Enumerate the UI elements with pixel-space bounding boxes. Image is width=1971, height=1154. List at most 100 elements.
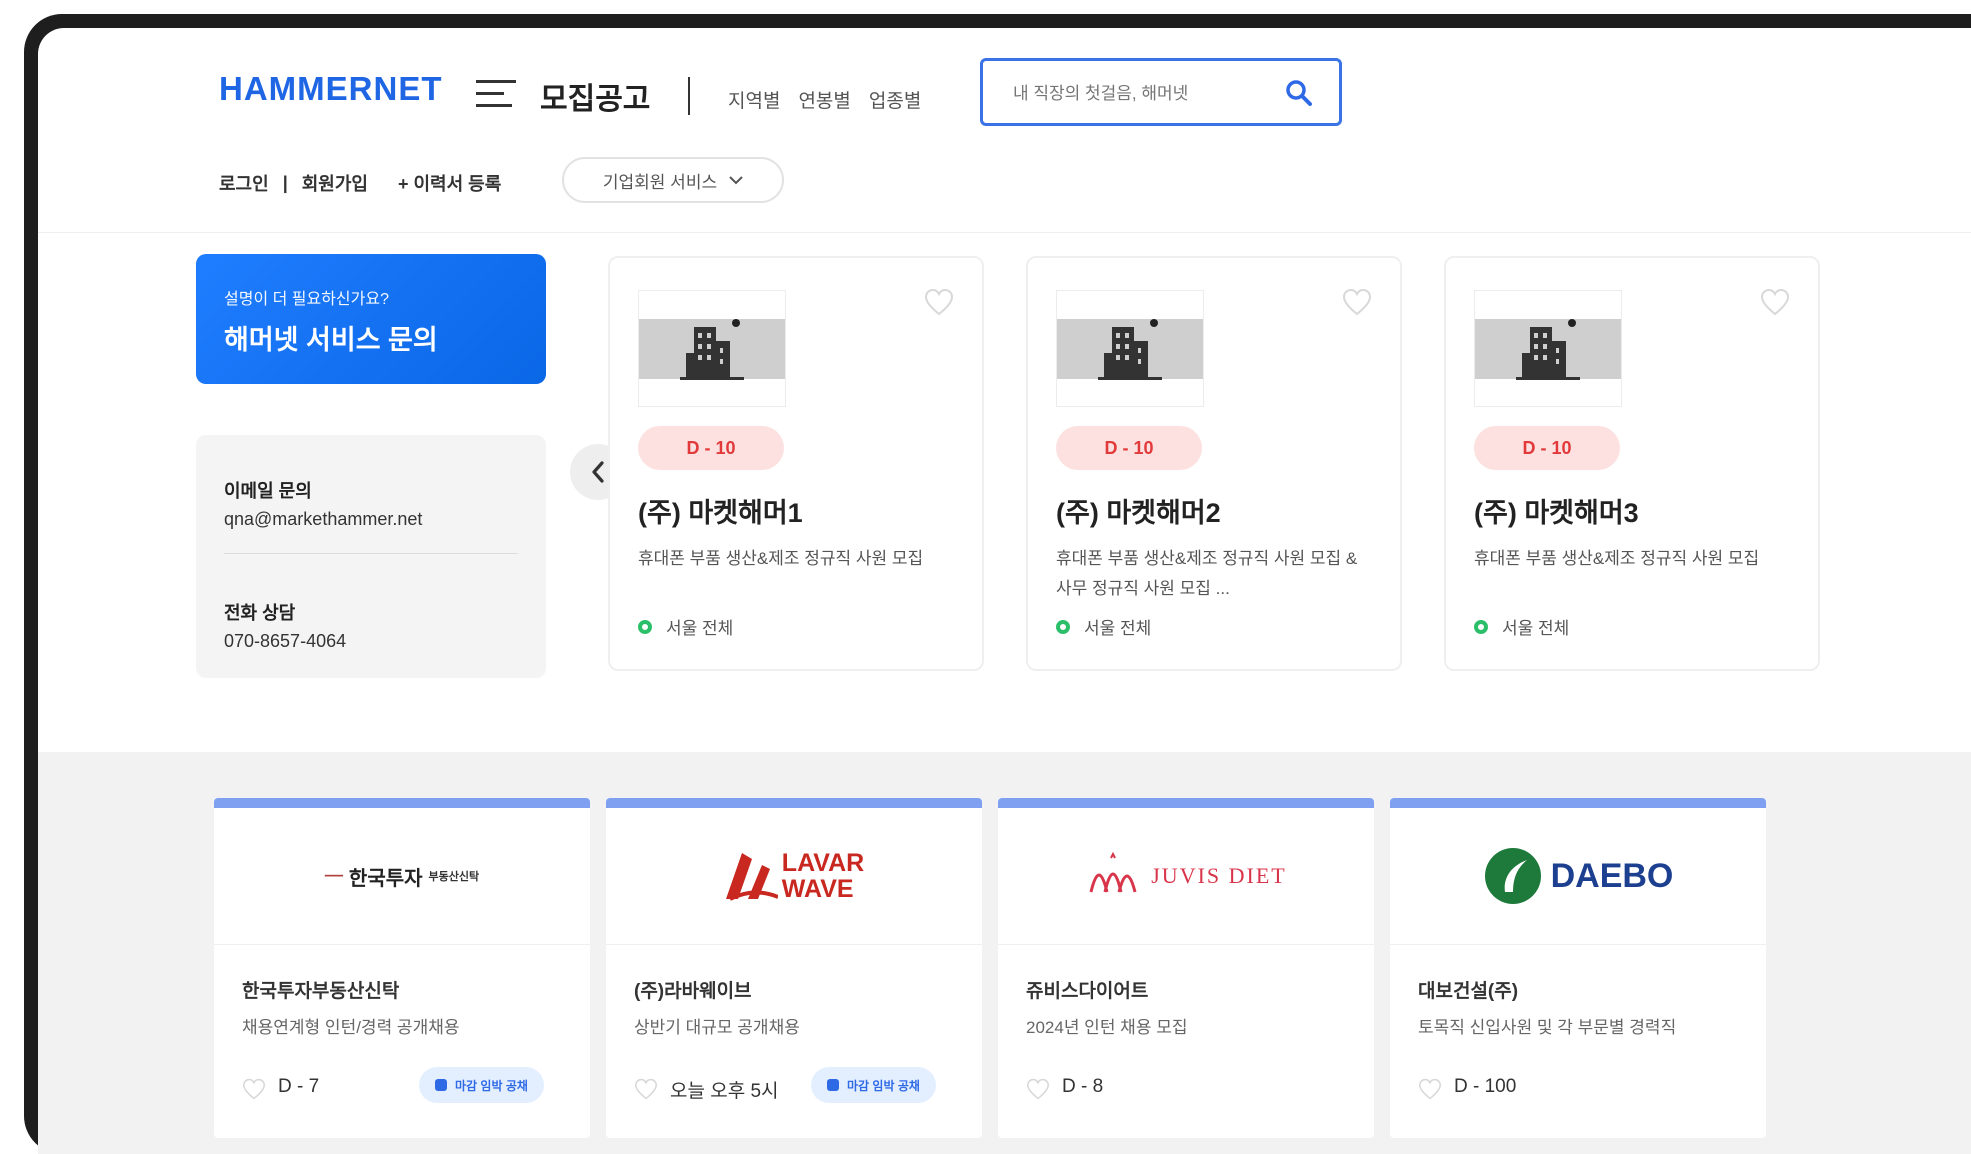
job-location: 서울 전체 [1056, 614, 1151, 639]
deadline-badge: D - 10 [1474, 426, 1620, 470]
job-description: 휴대폰 부품 생산&제조 정규직 사원 모집 [1474, 549, 1760, 568]
company-name: 대보건설(주) [1418, 981, 1519, 1002]
business-service-label: 기업회원 서비스 [602, 172, 718, 192]
nav-region[interactable]: 지역별 [728, 86, 780, 113]
juvis-logo-mark [1089, 852, 1137, 893]
logo-text: 한국투자 [348, 867, 423, 890]
tag-label: 마감 임박 공채 [455, 1078, 528, 1093]
heart-icon[interactable] [1026, 1078, 1050, 1100]
location-text: 서울 전체 [1084, 619, 1152, 638]
header-bottom-border [38, 232, 1971, 233]
logo-text: JUVIS DIET [1151, 863, 1287, 888]
phone-label: 전화 상담 [224, 603, 296, 623]
header-divider [688, 77, 690, 115]
logo-text: LAVAR [781, 849, 865, 877]
deadline-badge: D - 10 [638, 426, 784, 470]
company-name: 한국투자부동산신탁 [242, 981, 400, 1002]
company-name: (주) 마켓해머1 [638, 498, 803, 528]
deadline-text: 오늘 오후 5시 [670, 1081, 779, 1102]
register-resume-link[interactable]: + 이력서 등록 [398, 170, 501, 196]
company-logo: ━━━ 한국투자 부동산신탁 [214, 808, 590, 945]
screen: HAMMERNET 모집공고 지역별 연봉별 업종별 로그인 | 회원가입 + … [38, 28, 1971, 1154]
building-icon [1516, 319, 1580, 380]
company-name: (주) 마켓해머2 [1056, 498, 1221, 528]
lavar-wave-logo-mark [725, 853, 778, 901]
logo-text: DAEBO [1550, 856, 1674, 895]
heart-icon[interactable] [634, 1078, 658, 1100]
search-box [980, 58, 1342, 126]
job-location: 서울 전체 [1474, 614, 1569, 639]
site-logo[interactable]: HAMMERNET [219, 70, 442, 108]
device-frame: HAMMERNET 모집공고 지역별 연봉별 업종별 로그인 | 회원가입 + … [24, 14, 1971, 1154]
heart-icon[interactable] [242, 1078, 266, 1100]
deadline-badge: D - 10 [1056, 426, 1202, 470]
location-text: 서울 전체 [1502, 619, 1570, 638]
heart-icon[interactable] [1342, 288, 1372, 316]
building-icon [680, 319, 744, 380]
tag-icon [827, 1079, 839, 1091]
heart-icon[interactable] [1760, 288, 1790, 316]
featured-job-card[interactable]: DAEBO 대보건설(주) 토목직 신입사원 및 각 부문별 경력직 D - 1… [1390, 798, 1766, 1138]
logo-subtext: 부동산신탁 [428, 871, 480, 883]
job-card[interactable]: D - 10 (주) 마켓해머2 휴대폰 부품 생산&제조 정규직 사원 모집 … [1026, 256, 1402, 671]
job-description: 상반기 대규모 공개채용 [634, 1018, 800, 1037]
job-description: 채용연계형 인턴/경력 공개채용 [242, 1018, 460, 1037]
chevron-left-icon [592, 461, 604, 483]
search-input[interactable] [1011, 79, 1265, 109]
business-service-dropdown[interactable]: 기업회원 서비스 [562, 157, 784, 203]
job-description: 휴대폰 부품 생산&제조 정규직 사원 모집 [638, 549, 924, 568]
featured-job-card[interactable]: LAVAR WAVE (주)라바웨이브 상반기 대규모 공개채용 오늘 오후 5… [606, 798, 982, 1138]
heart-icon[interactable] [924, 288, 954, 316]
company-logo: LAVAR WAVE [606, 808, 982, 945]
promo-title: 해머넷 서비스 문의 [224, 325, 438, 355]
tag-label: 마감 임박 공채 [847, 1078, 920, 1093]
job-card[interactable]: D - 10 (주) 마켓해머3 휴대폰 부품 생산&제조 정규직 사원 모집 … [1444, 256, 1820, 671]
company-name: 쥬비스다이어트 [1026, 981, 1149, 1002]
location-pin-icon [638, 619, 652, 634]
nav-industry[interactable]: 업종별 [869, 86, 921, 113]
featured-job-card[interactable]: ━━━ 한국투자 부동산신탁 한국투자부동산신탁 채용연계형 인턴/경력 공개채… [214, 798, 590, 1138]
login-link[interactable]: 로그인 [219, 170, 269, 196]
auth-separator: | [282, 172, 288, 193]
urgent-tag: 마감 임박 공채 [811, 1067, 936, 1103]
deadline-text: D - 7 [278, 1076, 320, 1097]
logo-subtext: WAVE [781, 875, 854, 903]
daebo-logo-mark [1484, 848, 1541, 904]
phone-number[interactable]: 070-8657-4064 [224, 631, 346, 652]
category-nav: 지역별 연봉별 업종별 [728, 86, 921, 113]
service-inquiry-banner[interactable]: 설명이 더 필요하신가요? 해머넷 서비스 문의 [196, 254, 546, 384]
contact-panel: 이메일 문의 qna@markethammer.net 전화 상담 070-86… [196, 435, 546, 678]
urgent-tag: 마감 임박 공채 [419, 1067, 544, 1103]
company-thumbnail [1474, 290, 1622, 407]
email-address[interactable]: qna@markethammer.net [224, 509, 422, 530]
featured-job-card[interactable]: JUVIS DIET 쥬비스다이어트 2024년 인턴 채용 모집 D - 8 [998, 798, 1374, 1138]
tag-icon [435, 1079, 447, 1091]
company-logo: DAEBO [1390, 808, 1766, 945]
job-description: 휴대폰 부품 생산&제조 정규직 사원 모집 & 사무 정규직 사원 모집 ..… [1056, 549, 1358, 598]
company-thumbnail [1056, 290, 1204, 407]
building-icon [1098, 319, 1162, 380]
deadline-text: D - 100 [1454, 1076, 1517, 1097]
job-card[interactable]: D - 10 (주) 마켓해머1 휴대폰 부품 생산&제조 정규직 사원 모집 … [608, 256, 984, 671]
search-icon[interactable] [1285, 79, 1313, 107]
auth-links: 로그인 | 회원가입 + 이력서 등록 [219, 170, 501, 196]
nav-salary[interactable]: 연봉별 [798, 86, 850, 113]
company-name: (주) 마켓해머3 [1474, 498, 1639, 528]
location-text: 서울 전체 [666, 619, 734, 638]
job-location: 서울 전체 [638, 614, 733, 639]
company-logo: JUVIS DIET [998, 808, 1374, 945]
chevron-down-icon [729, 176, 743, 185]
job-description: 2024년 인턴 채용 모집 [1026, 1018, 1188, 1037]
page-title: 모집공고 [540, 83, 651, 116]
company-name: (주)라바웨이브 [634, 981, 752, 1002]
contact-divider [224, 553, 518, 554]
job-description: 토목직 신입사원 및 각 부문별 경력직 [1418, 1018, 1677, 1037]
hamburger-menu-icon[interactable] [476, 80, 516, 112]
heart-icon[interactable] [1418, 1078, 1442, 1100]
location-pin-icon [1474, 619, 1488, 634]
location-pin-icon [1056, 619, 1070, 634]
email-label: 이메일 문의 [224, 481, 312, 501]
deadline-text: D - 8 [1062, 1076, 1104, 1097]
signup-link[interactable]: 회원가입 [302, 170, 368, 196]
company-thumbnail [638, 290, 786, 407]
